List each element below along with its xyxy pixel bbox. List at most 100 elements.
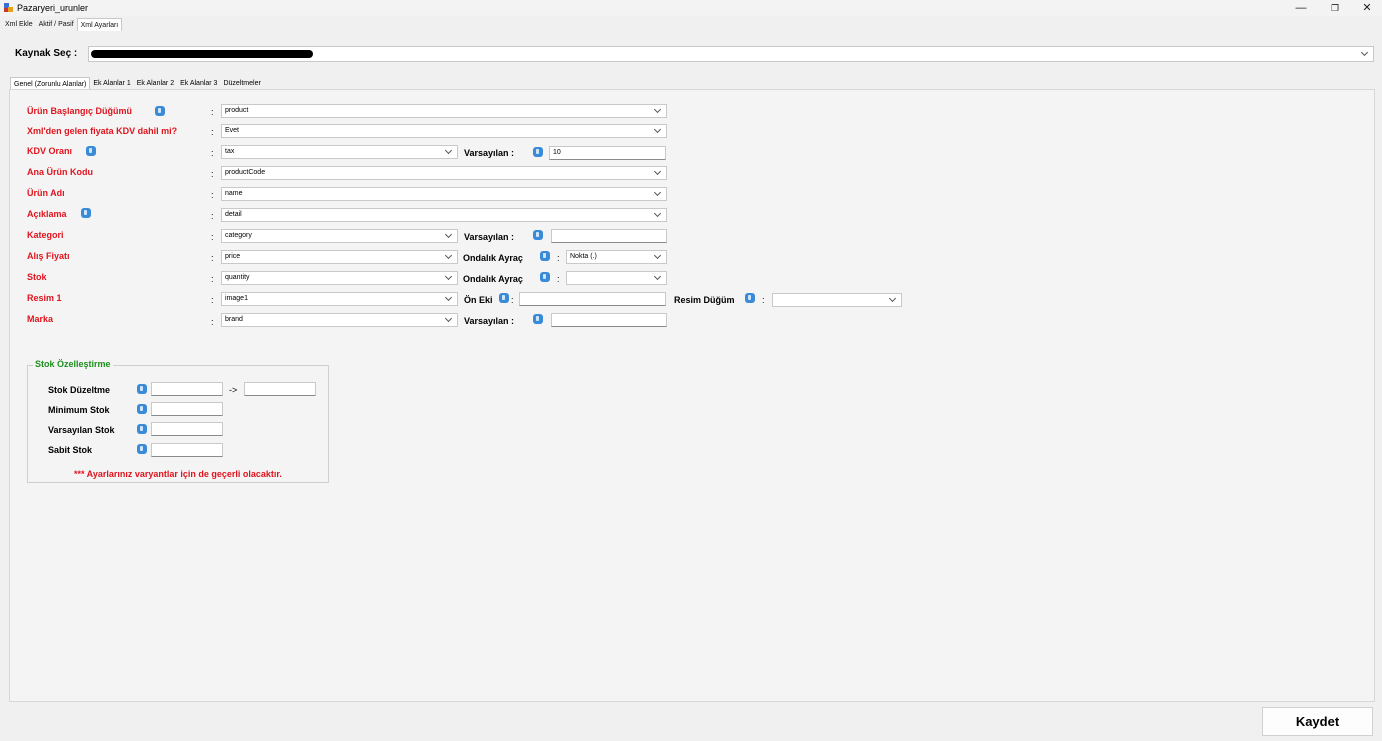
on-eki-label: Ön Eki — [464, 295, 493, 305]
help-icon[interactable] — [137, 424, 147, 434]
ana-urun-kodu-value: productCode — [225, 169, 266, 176]
ana-urun-kodu-label: Ana Ürün Kodu — [27, 167, 93, 177]
kategori-value: category — [225, 232, 252, 239]
sabit-stok-input[interactable] — [151, 443, 223, 457]
stok-duzeltme-from-input[interactable] — [151, 382, 223, 396]
resim-dugum-label: Resim Düğüm — [674, 295, 735, 305]
alis-ondalik-label: Ondalık Ayraç — [463, 253, 523, 263]
help-icon[interactable] — [540, 272, 550, 282]
colon: : — [211, 169, 214, 179]
chevron-down-icon — [654, 209, 662, 221]
chevron-down-icon — [654, 125, 662, 137]
help-icon[interactable] — [540, 251, 550, 261]
help-icon[interactable] — [499, 293, 509, 303]
help-icon[interactable] — [533, 230, 543, 240]
kategori-select[interactable]: category — [221, 229, 458, 243]
app-icon — [4, 3, 13, 12]
chevron-down-icon — [445, 272, 453, 284]
ana-urun-kodu-select[interactable]: productCode — [221, 166, 667, 180]
on-eki-input[interactable] — [519, 292, 666, 306]
resim-dugum-select[interactable] — [772, 293, 902, 307]
kdv-orani-label: KDV Oranı — [27, 146, 73, 156]
kategori-varsayilan-input[interactable] — [551, 229, 667, 243]
kaynak-select[interactable] — [88, 46, 1374, 62]
kdv-orani-select[interactable]: tax — [221, 145, 458, 159]
aciklama-select[interactable]: detail — [221, 208, 667, 222]
colon: : — [511, 295, 514, 305]
save-button[interactable]: Kaydet — [1262, 707, 1373, 736]
chevron-down-icon — [654, 272, 662, 284]
resim1-select[interactable]: image1 — [221, 292, 458, 306]
marka-select[interactable]: brand — [221, 313, 458, 327]
maximize-button[interactable]: ❐ — [1325, 1, 1345, 15]
colon: : — [211, 253, 214, 263]
colon: : — [211, 190, 214, 200]
colon: : — [211, 211, 214, 221]
colon: : — [211, 148, 214, 158]
alis-ondalik-select[interactable]: Nokta (.) — [566, 250, 667, 264]
colon: : — [211, 274, 214, 284]
aciklama-label: Açıklama — [27, 209, 67, 219]
alis-fiyati-select[interactable]: price — [221, 250, 458, 264]
stok-ozellestirme-title: Stok Özelleştirme — [33, 359, 113, 369]
kategori-varsayilan-label: Varsayılan : — [464, 232, 515, 242]
alis-fiyati-value: price — [225, 253, 241, 260]
colon: : — [211, 107, 214, 117]
arrow-label: -> — [229, 385, 238, 395]
stok-ondalik-select[interactable] — [566, 271, 667, 285]
urun-baslangic-select[interactable]: product — [221, 104, 667, 118]
marka-varsayilan-input[interactable] — [551, 313, 667, 327]
help-icon[interactable] — [137, 384, 147, 394]
kaynak-sec-label: Kaynak Seç : — [15, 48, 78, 59]
stok-select[interactable]: quantity — [221, 271, 458, 285]
kdv-varsayilan-input[interactable]: 10 — [549, 146, 666, 160]
variant-warning: *** Ayarlarınız varyantlar için de geçer… — [74, 469, 282, 479]
sabit-stok-label: Sabit Stok — [48, 445, 93, 455]
tab-xml-ayarlari[interactable]: Xml Ayarları — [76, 18, 123, 31]
stok-duzeltme-to-input[interactable] — [244, 382, 316, 396]
colon: : — [557, 274, 560, 284]
chevron-down-icon — [445, 251, 453, 263]
chevron-down-icon — [654, 167, 662, 179]
chevron-down-icon — [889, 294, 897, 306]
help-icon[interactable] — [137, 404, 147, 414]
help-icon[interactable] — [155, 106, 165, 116]
chevron-down-icon — [445, 230, 453, 242]
kdv-dahil-value: Evet — [225, 127, 240, 134]
alis-ondalik-value: Nokta (.) — [570, 253, 597, 260]
top-tab-bar: Xml Ekle Aktif / Pasif Xml Ayarları — [2, 18, 123, 31]
urun-baslangic-label: Ürün Başlangıç Düğümü — [27, 106, 133, 116]
help-icon[interactable] — [533, 314, 543, 324]
chevron-down-icon — [445, 146, 453, 158]
urun-adi-value: name — [225, 190, 243, 197]
kdv-varsayilan-label: Varsayılan : — [464, 148, 515, 158]
urun-adi-select[interactable]: name — [221, 187, 667, 201]
marka-label: Marka — [27, 314, 54, 324]
varsayilan-stok-input[interactable] — [151, 422, 223, 436]
stok-label: Stok — [27, 272, 47, 282]
stok-value: quantity — [225, 274, 250, 281]
chevron-down-icon — [654, 105, 662, 117]
colon: : — [211, 127, 214, 137]
colon: : — [762, 295, 765, 305]
help-icon[interactable] — [137, 444, 147, 454]
help-icon[interactable] — [86, 146, 96, 156]
minimize-button[interactable]: — — [1291, 1, 1311, 15]
close-button[interactable]: ✕ — [1357, 1, 1377, 15]
help-icon[interactable] — [533, 147, 543, 157]
help-icon[interactable] — [745, 293, 755, 303]
minimum-stok-input[interactable] — [151, 402, 223, 416]
tab-aktif-pasif[interactable]: Aktif / Pasif — [36, 18, 77, 31]
chevron-down-icon — [445, 314, 453, 326]
alis-fiyati-label: Alış Fiyatı — [27, 251, 70, 261]
kategori-label: Kategori — [27, 230, 64, 240]
kdv-orani-value: tax — [225, 148, 235, 155]
kdv-dahil-label: Xml'den gelen fiyata KDV dahil mi? — [27, 126, 178, 136]
redacted-value — [91, 50, 313, 58]
resim1-label: Resim 1 — [27, 293, 62, 303]
minimum-stok-label: Minimum Stok — [48, 405, 110, 415]
tab-xml-ekle[interactable]: Xml Ekle — [2, 18, 36, 31]
kdv-dahil-select[interactable]: Evet — [221, 124, 667, 138]
colon: : — [211, 295, 214, 305]
help-icon[interactable] — [81, 208, 91, 218]
